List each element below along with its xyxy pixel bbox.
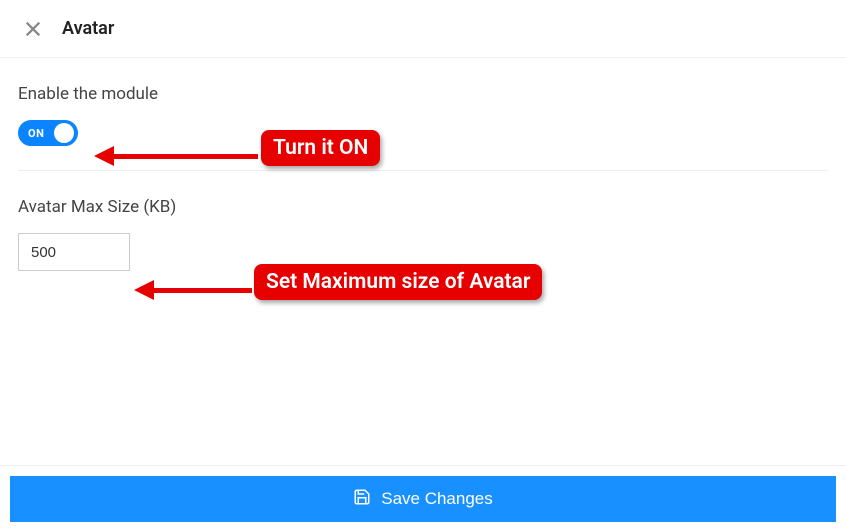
avatar-max-size-label: Avatar Max Size (KB) xyxy=(18,197,828,217)
enable-module-toggle[interactable]: ON xyxy=(18,120,78,146)
enable-module-label: Enable the module xyxy=(18,84,828,104)
toggle-knob xyxy=(54,123,74,143)
save-changes-button[interactable]: Save Changes xyxy=(10,476,836,522)
page-title: Avatar xyxy=(62,18,114,39)
toggle-state-label: ON xyxy=(28,127,44,140)
modal-header: Avatar xyxy=(0,0,846,58)
avatar-max-size-input[interactable] xyxy=(18,233,130,271)
close-icon[interactable] xyxy=(24,20,42,38)
save-icon xyxy=(353,488,371,511)
annotation-arrow xyxy=(138,280,252,300)
annotation-callout-set-max: Set Maximum size of Avatar xyxy=(254,264,542,300)
annotation-arrow xyxy=(98,146,258,166)
modal-footer: Save Changes xyxy=(0,465,846,532)
annotation-callout-turn-on: Turn it ON xyxy=(261,130,380,166)
modal-body: Enable the module ON Avatar Max Size (KB… xyxy=(0,58,846,295)
save-button-label: Save Changes xyxy=(381,489,493,509)
